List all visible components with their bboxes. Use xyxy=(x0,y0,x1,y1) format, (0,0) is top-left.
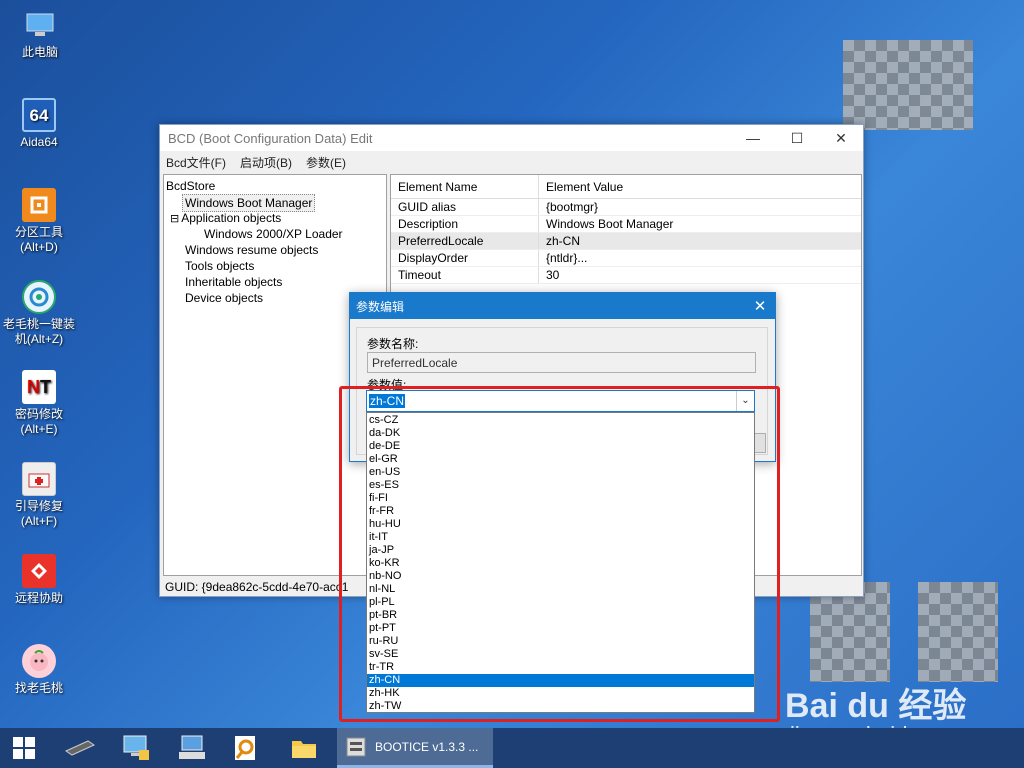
keyboard-monitor-icon xyxy=(179,735,205,759)
grid-header: Element Name Element Value xyxy=(391,175,861,199)
desktop-icon-password-change[interactable]: NT 密码修改 (Alt+E) xyxy=(1,370,77,437)
grid-cell-name: Description xyxy=(391,216,539,232)
tree-item-windows-resume[interactable]: Windows resume objects xyxy=(166,242,384,258)
pixelated-overlay xyxy=(810,582,890,682)
desktop-icon-label: 老毛桃一键装 机(Alt+Z) xyxy=(2,317,75,346)
param-name-label: 参数名称: xyxy=(367,337,419,351)
pixelated-overlay xyxy=(918,582,998,682)
start-button[interactable] xyxy=(0,728,48,768)
bootice-icon xyxy=(346,737,366,756)
maximize-button[interactable]: ☐ xyxy=(775,130,819,147)
desktop-icon-remote-assist[interactable]: 远程协助 xyxy=(1,554,77,606)
taskbar-app-explorer[interactable] xyxy=(280,728,328,768)
grid-row[interactable]: GUID alias {bootmgr} xyxy=(391,199,861,216)
desktop-icon-label: 引导修复 (Alt+F) xyxy=(14,499,63,528)
windows-start-icon xyxy=(13,737,35,759)
tree-item-windows-boot-manager[interactable]: Windows Boot Manager xyxy=(166,194,384,212)
desktop-icon-find-laomaotao[interactable]: 找老毛桃 xyxy=(1,644,77,696)
desktop-icon-this-pc[interactable]: 此电脑 xyxy=(2,8,78,60)
peach-mascot-icon xyxy=(22,644,56,678)
taskbar-app-network[interactable] xyxy=(112,728,160,768)
dialog-titlebar: 参数编辑 ✕ xyxy=(350,293,775,319)
tree-item-tools[interactable]: Tools objects xyxy=(166,258,384,274)
grid-cell-name: DisplayOrder xyxy=(391,250,539,266)
param-name-field: PreferredLocale xyxy=(367,352,756,373)
network-monitor-icon xyxy=(123,735,149,760)
close-button[interactable]: ✕ xyxy=(819,130,863,147)
desktop-icon-label: 此电脑 xyxy=(21,45,58,59)
highlight-annotation-box xyxy=(339,386,780,722)
password-icon: NT xyxy=(22,370,56,404)
grid-cell-value: zh-CN xyxy=(546,234,581,248)
tree-item-application-objects[interactable]: ⊟ Application objects xyxy=(166,210,384,226)
desktop-icon-aida64[interactable]: 64 Aida64 xyxy=(1,98,77,150)
menu-bcd-file[interactable]: Bcd文件(F) xyxy=(166,154,226,171)
partition-tool-icon xyxy=(22,188,56,222)
menu-bar: Bcd文件(F) 启动项(B) 参数(E) xyxy=(160,151,863,173)
taskbar-app-search[interactable] xyxy=(222,728,270,768)
window-title: BCD (Boot Configuration Data) Edit xyxy=(168,130,373,146)
desktop-icon-label: Aida64 xyxy=(20,135,58,149)
magnifier-icon xyxy=(235,736,255,760)
desktop-icon-partition-tool[interactable]: 分区工具 (Alt+D) xyxy=(1,188,77,255)
menu-boot-entry[interactable]: 启动项(B) xyxy=(240,154,292,171)
tree-item-xp-loader[interactable]: Windows 2000/XP Loader xyxy=(166,226,384,242)
memory-chip-icon xyxy=(64,740,96,756)
desktop-icon-label: 分区工具 (Alt+D) xyxy=(14,225,63,254)
grid-row[interactable]: DisplayOrder {ntldr}... xyxy=(391,250,861,267)
grid-cell-value: {ntldr}... xyxy=(546,251,588,265)
aida64-icon: 64 xyxy=(22,98,56,132)
remote-assist-icon xyxy=(22,554,56,588)
grid-row-selected[interactable]: PreferredLocale zh-CN xyxy=(391,233,861,250)
taskbar-app-memory[interactable] xyxy=(56,728,104,768)
grid-cell-name: PreferredLocale xyxy=(391,233,539,249)
taskbar: BOOTICE v1.3.3 ... xyxy=(0,728,1024,768)
taskbar-app-bootice[interactable]: BOOTICE v1.3.3 ... xyxy=(337,728,493,768)
column-element-name[interactable]: Element Name xyxy=(391,175,539,198)
pixelated-overlay xyxy=(843,40,973,130)
dialog-title: 参数编辑 xyxy=(356,299,405,314)
column-element-value[interactable]: Element Value xyxy=(539,180,623,194)
desktop-icon-boot-repair[interactable]: 引导修复 (Alt+F) xyxy=(1,462,77,529)
first-aid-kit-icon xyxy=(22,462,56,496)
tree-root[interactable]: BcdStore xyxy=(166,178,384,194)
desktop-icon-label: 密码修改 (Alt+E) xyxy=(14,407,63,436)
install-icon xyxy=(22,280,56,314)
grid-cell-value: 30 xyxy=(546,268,560,282)
computer-icon xyxy=(23,8,57,42)
desktop-icon-label: 找老毛桃 xyxy=(14,681,63,695)
grid-cell-value: {bootmgr} xyxy=(546,200,599,214)
minimize-button[interactable]: — xyxy=(731,130,775,147)
baidu-watermark: Bai du 经验 xyxy=(785,687,967,725)
folder-icon xyxy=(292,741,316,758)
menu-parameters[interactable]: 参数(E) xyxy=(306,154,346,171)
desktop-icon-one-click-install[interactable]: 老毛桃一键装 机(Alt+Z) xyxy=(1,280,77,347)
dialog-close-button[interactable]: ✕ xyxy=(745,297,775,315)
grid-row[interactable]: Description Windows Boot Manager xyxy=(391,216,861,233)
grid-row[interactable]: Timeout 30 xyxy=(391,267,861,284)
tree-item-inheritable[interactable]: Inheritable objects xyxy=(166,274,384,290)
grid-cell-name: GUID alias xyxy=(391,199,539,215)
taskbar-active-label: BOOTICE v1.3.3 ... xyxy=(375,739,479,754)
collapse-icon[interactable]: ⊟ xyxy=(170,213,179,225)
desktop-icon-label: 远程协助 xyxy=(14,591,63,605)
window-titlebar: BCD (Boot Configuration Data) Edit — ☐ ✕ xyxy=(160,125,863,151)
taskbar-app-keyboard[interactable] xyxy=(168,728,216,768)
grid-cell-name: Timeout xyxy=(391,267,539,283)
grid-cell-value: Windows Boot Manager xyxy=(546,217,674,231)
